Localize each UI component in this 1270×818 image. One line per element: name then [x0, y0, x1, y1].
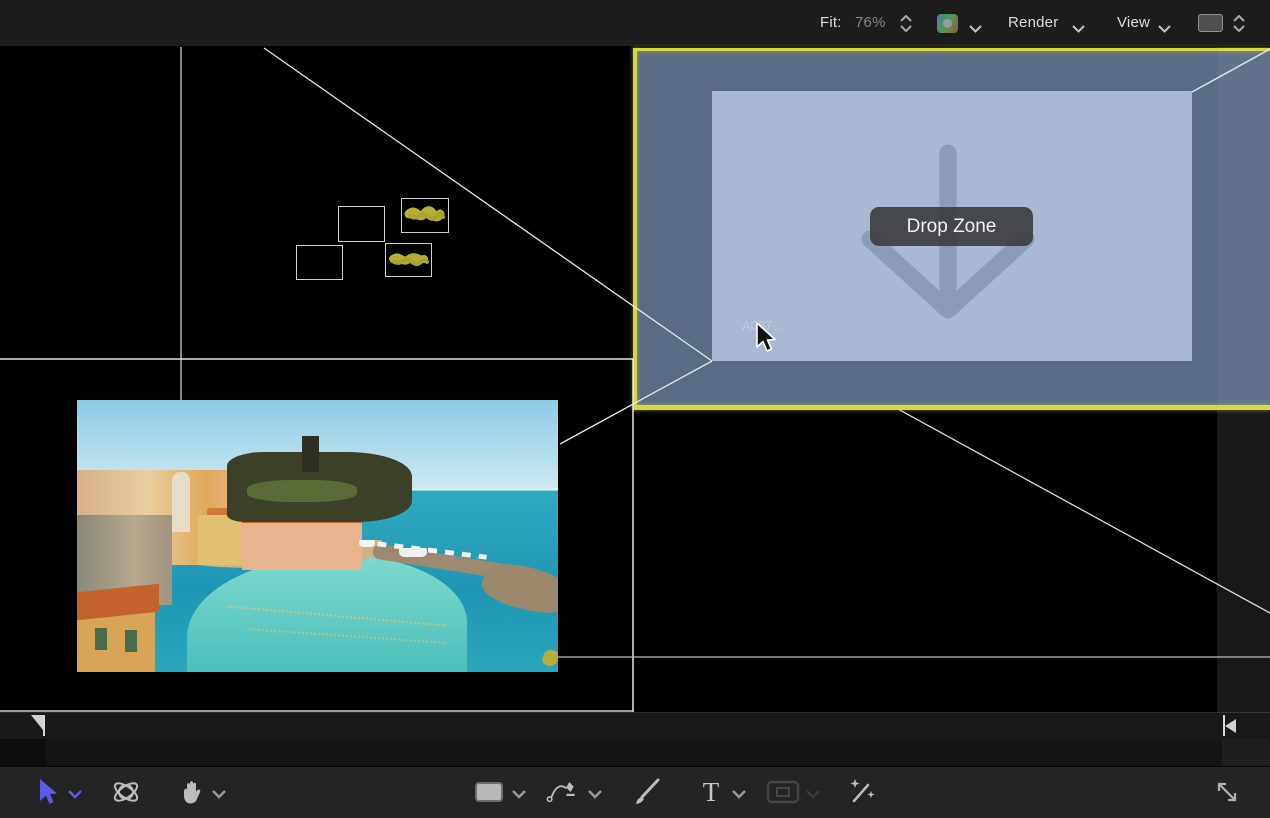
image-mask-chevron-icon — [806, 786, 820, 804]
photo-hill-green — [247, 480, 357, 502]
pan-tool-chevron-icon[interactable] — [212, 786, 226, 804]
zoom-level-value[interactable]: 76% — [855, 14, 886, 31]
selection-border-bottom — [633, 405, 1270, 410]
track-leading-block — [0, 739, 46, 766]
scribble-annotation — [386, 244, 430, 274]
brush-tool-button[interactable] — [630, 775, 664, 809]
selection-border-top — [633, 48, 1270, 51]
select-arrow-icon — [36, 777, 58, 807]
photo-window-1 — [95, 628, 107, 650]
play-range-in-marker[interactable] — [43, 715, 45, 736]
swatch-dot-icon — [943, 19, 952, 28]
play-range-strip[interactable] — [0, 713, 1270, 739]
bezier-pen-icon — [546, 776, 580, 808]
drop-zone-badge: Drop Zone — [870, 207, 1033, 246]
photo-yellow-building — [197, 515, 242, 565]
select-tool-button[interactable] — [30, 775, 64, 809]
text-tool-icon: T — [703, 779, 720, 806]
hand-icon — [178, 777, 206, 807]
swatch-chevron-down-icon[interactable] — [969, 20, 982, 38]
mini-layer-rect-2[interactable] — [401, 198, 449, 233]
photo-castle-tower — [302, 436, 319, 472]
mini-layer-rect-4[interactable] — [385, 243, 432, 277]
canvas-toolbar: Fit: 76% Render View — [0, 0, 1270, 47]
expand-diagonal-icon — [1212, 777, 1242, 807]
fit-label: Fit: — [820, 14, 842, 31]
magic-wand-icon — [846, 776, 878, 808]
out-marker-flag-icon — [1225, 719, 1236, 733]
photo-boat-2 — [399, 548, 427, 557]
orbit-icon — [109, 776, 143, 808]
in-marker-flag-icon — [31, 715, 43, 730]
color-swatch-icon[interactable] — [937, 14, 958, 33]
render-chevron-down-icon[interactable] — [1072, 20, 1085, 38]
drop-zone-object[interactable]: Drop Zone A067… — [633, 48, 1270, 410]
bezier-tool-button[interactable] — [546, 775, 580, 809]
track-trailing-block — [1222, 739, 1270, 766]
photo-boat-1 — [359, 540, 375, 547]
drop-zone-target-area[interactable]: Drop Zone A067… — [712, 91, 1192, 361]
rectangle-tool-button[interactable] — [472, 775, 506, 809]
paint-brush-icon — [630, 775, 664, 809]
drop-zone-label: Drop Zone — [907, 216, 997, 238]
media-layer-photo[interactable] — [77, 400, 558, 672]
pan-tool-button[interactable] — [175, 775, 209, 809]
bezier-tool-chevron-icon[interactable] — [588, 786, 602, 804]
expand-view-button[interactable] — [1210, 775, 1244, 809]
view-menu[interactable]: View — [1117, 14, 1150, 31]
display-stepper-icon[interactable] — [1233, 15, 1245, 32]
timeline-mini-track[interactable] — [0, 739, 1270, 766]
motion-canvas-window: Fit: 76% Render View — [0, 0, 1270, 818]
text-tool-chevron-icon[interactable] — [732, 786, 746, 804]
photo-big-building — [242, 518, 362, 570]
image-mask-tool-button — [766, 775, 800, 809]
rectangle-tool-chevron-icon[interactable] — [512, 786, 526, 804]
rectangle-icon — [474, 780, 504, 804]
text-tool-button[interactable]: T — [694, 775, 728, 809]
mac-arrow-cursor — [755, 322, 779, 354]
view-chevron-down-icon[interactable] — [1158, 20, 1171, 38]
adjust-tool-button[interactable] — [845, 775, 879, 809]
render-menu[interactable]: Render — [1008, 14, 1058, 31]
mini-layer-rect-3[interactable] — [296, 245, 343, 280]
display-select-icon[interactable] — [1198, 14, 1223, 32]
selection-border-left — [633, 48, 637, 410]
canvas-viewport[interactable]: Drop Zone A067… — [0, 47, 1270, 713]
select-tool-chevron-icon[interactable] — [68, 786, 82, 804]
transform-3d-tool-button[interactable] — [109, 775, 143, 809]
photo-church-tower — [172, 472, 190, 532]
zoom-stepper-icon[interactable] — [900, 15, 912, 32]
photo-window-2 — [125, 630, 137, 652]
image-mask-icon — [766, 780, 800, 804]
out-of-frame-tint — [1217, 48, 1270, 410]
tool-bar: T — [0, 766, 1270, 818]
mini-layer-rect-1[interactable] — [338, 206, 385, 242]
scribble-annotation — [402, 199, 446, 230]
